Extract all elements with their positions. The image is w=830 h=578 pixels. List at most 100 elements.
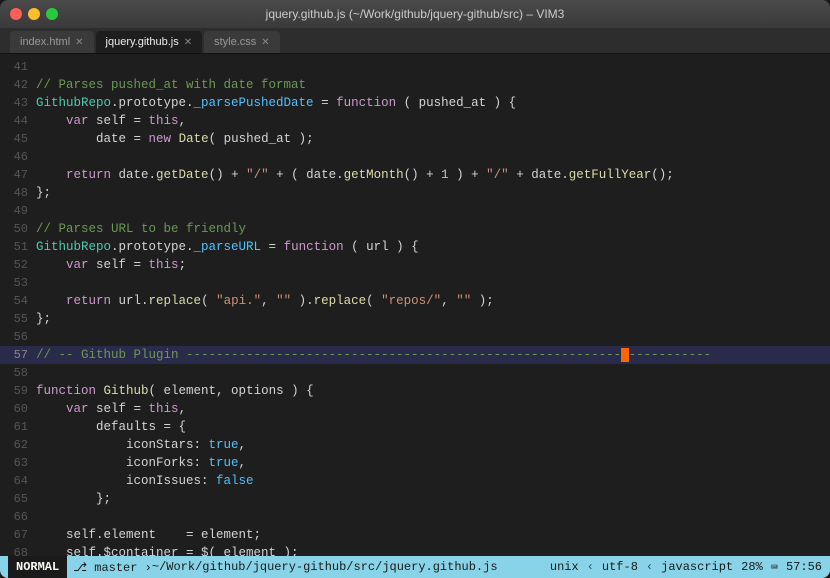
line-number: 44 — [0, 114, 36, 128]
code-line-63: 63 iconForks: true, — [0, 454, 830, 472]
line-content: GithubRepo.prototype._parsePushedDate = … — [36, 96, 516, 110]
code-line-54: 54 return url.replace( "api.", "" ).repl… — [0, 292, 830, 310]
app-window: jquery.github.js (~⁠/Work/github/jquery-… — [0, 0, 830, 578]
line-number: 45 — [0, 132, 36, 146]
git-branch: ⎇ master › — [73, 560, 152, 575]
line-content: self.$container = $( element ); — [36, 546, 299, 556]
line-content: return url.replace( "api.", "" ).replace… — [36, 294, 494, 308]
code-line-53: 53 — [0, 274, 830, 292]
line-number: 43 — [0, 96, 36, 110]
line-number: 53 — [0, 276, 36, 290]
maximize-button[interactable] — [46, 8, 58, 20]
line-number: 62 — [0, 438, 36, 452]
tab-close-icon[interactable]: ✕ — [75, 37, 83, 48]
line-content: date = new Date( pushed_at ); — [36, 132, 314, 146]
code-line-42: 42 // Parses pushed_at with date format — [0, 76, 830, 94]
line-number: 57 — [0, 348, 36, 362]
code-line-48: 48 }; — [0, 184, 830, 202]
code-scroll-area[interactable]: 41 42 // Parses pushed_at with date form… — [0, 54, 830, 556]
line-content: function Github( element, options ) { — [36, 384, 314, 398]
tabs-bar: index.html ✕ jquery.github.js ✕ style.cs… — [0, 28, 830, 54]
line-number: 48 — [0, 186, 36, 200]
code-line-41: 41 — [0, 58, 830, 76]
line-number: 66 — [0, 510, 36, 524]
tab-close-icon[interactable]: ✕ — [261, 37, 269, 48]
line-number: 64 — [0, 474, 36, 488]
line-content: iconStars: true, — [36, 438, 246, 452]
line-number: 50 — [0, 222, 36, 236]
line-content: }; — [36, 492, 111, 506]
code-line-65: 65 }; — [0, 490, 830, 508]
line-number: 41 — [0, 60, 36, 74]
line-content: defaults = { — [36, 420, 186, 434]
code-line-51: 51 GithubRepo.prototype._parseURL = func… — [0, 238, 830, 256]
code-line-62: 62 iconStars: true, — [0, 436, 830, 454]
code-line-46: 46 — [0, 148, 830, 166]
file-path: ~/Work/github/jquery-github/src/jquery.g… — [152, 560, 498, 574]
line-content: iconIssues: false — [36, 474, 254, 488]
line-number: 51 — [0, 240, 36, 254]
line-content: // Parses pushed_at with date format — [36, 78, 306, 92]
status-bar: NORMAL ⎇ master › ~/Work/github/jquery-g… — [0, 556, 830, 578]
tab-label: jquery.github.js — [106, 36, 179, 48]
line-content: iconForks: true, — [36, 456, 246, 470]
code-line-49: 49 — [0, 202, 830, 220]
tab-index-html[interactable]: index.html ✕ — [10, 31, 94, 53]
tab-label: index.html — [20, 36, 70, 48]
code-line-68: 68 self.$container = $( element ); — [0, 544, 830, 556]
tab-close-icon[interactable]: ✕ — [184, 37, 192, 48]
sep2: ‹ — [646, 560, 653, 574]
tab-jquery-github-js[interactable]: jquery.github.js ✕ — [96, 31, 203, 53]
line-content: // Parses URL to be friendly — [36, 222, 246, 236]
line-content: return date.getDate() + "/" + ( date.get… — [36, 168, 674, 182]
line-number: 49 — [0, 204, 36, 218]
line-content: var self = this, — [36, 402, 186, 416]
line-number: 58 — [0, 366, 36, 380]
line-content: var self = this, — [36, 114, 186, 128]
close-button[interactable] — [10, 8, 22, 20]
code-line-44: 44 var self = this, — [0, 112, 830, 130]
status-right: unix ‹ utf-8 ‹ javascript 28% ⌨ 57:56 — [550, 560, 822, 575]
line-content: self.element = element; — [36, 528, 261, 542]
line-number: 65 — [0, 492, 36, 506]
line-content: }; — [36, 186, 51, 200]
cursor-position: 57:56 — [786, 560, 822, 574]
traffic-lights[interactable] — [10, 8, 58, 20]
code-line-64: 64 iconIssues: false — [0, 472, 830, 490]
file-type: javascript — [661, 560, 733, 574]
code-editor[interactable]: 41 42 // Parses pushed_at with date form… — [0, 54, 830, 556]
cursor-icon: ⌨ — [771, 560, 778, 575]
line-number: 59 — [0, 384, 36, 398]
sep1: ‹ — [587, 560, 594, 574]
minimize-button[interactable] — [28, 8, 40, 20]
line-number: 63 — [0, 456, 36, 470]
code-line-43: 43 GithubRepo.prototype._parsePushedDate… — [0, 94, 830, 112]
line-number: 56 — [0, 330, 36, 344]
code-line-50: 50 // Parses URL to be friendly — [0, 220, 830, 238]
tab-label: style.css — [214, 36, 256, 48]
code-line-57: 57 // -- Github Plugin -----------------… — [0, 346, 830, 364]
code-line-58: 58 — [0, 364, 830, 382]
window-title: jquery.github.js (~⁠/Work/github/jquery-… — [266, 7, 565, 21]
line-number: 54 — [0, 294, 36, 308]
line-number: 68 — [0, 546, 36, 556]
tab-style-css[interactable]: style.css ✕ — [204, 31, 280, 53]
code-line-56: 56 — [0, 328, 830, 346]
code-line-60: 60 var self = this, — [0, 400, 830, 418]
code-line-55: 55 }; — [0, 310, 830, 328]
line-content: // -- Github Plugin --------------------… — [36, 348, 711, 362]
line-number: 42 — [0, 78, 36, 92]
line-number: 46 — [0, 150, 36, 164]
code-line-47: 47 return date.getDate() + "/" + ( date.… — [0, 166, 830, 184]
line-number: 67 — [0, 528, 36, 542]
vim-mode: NORMAL — [8, 556, 67, 578]
line-number: 61 — [0, 420, 36, 434]
code-line-45: 45 date = new Date( pushed_at ); — [0, 130, 830, 148]
code-line-52: 52 var self = this; — [0, 256, 830, 274]
code-line-66: 66 — [0, 508, 830, 526]
line-number: 47 — [0, 168, 36, 182]
file-percent: 28% — [741, 560, 763, 574]
line-content: }; — [36, 312, 51, 326]
file-encoding: unix — [550, 560, 579, 574]
line-content: var self = this; — [36, 258, 186, 272]
